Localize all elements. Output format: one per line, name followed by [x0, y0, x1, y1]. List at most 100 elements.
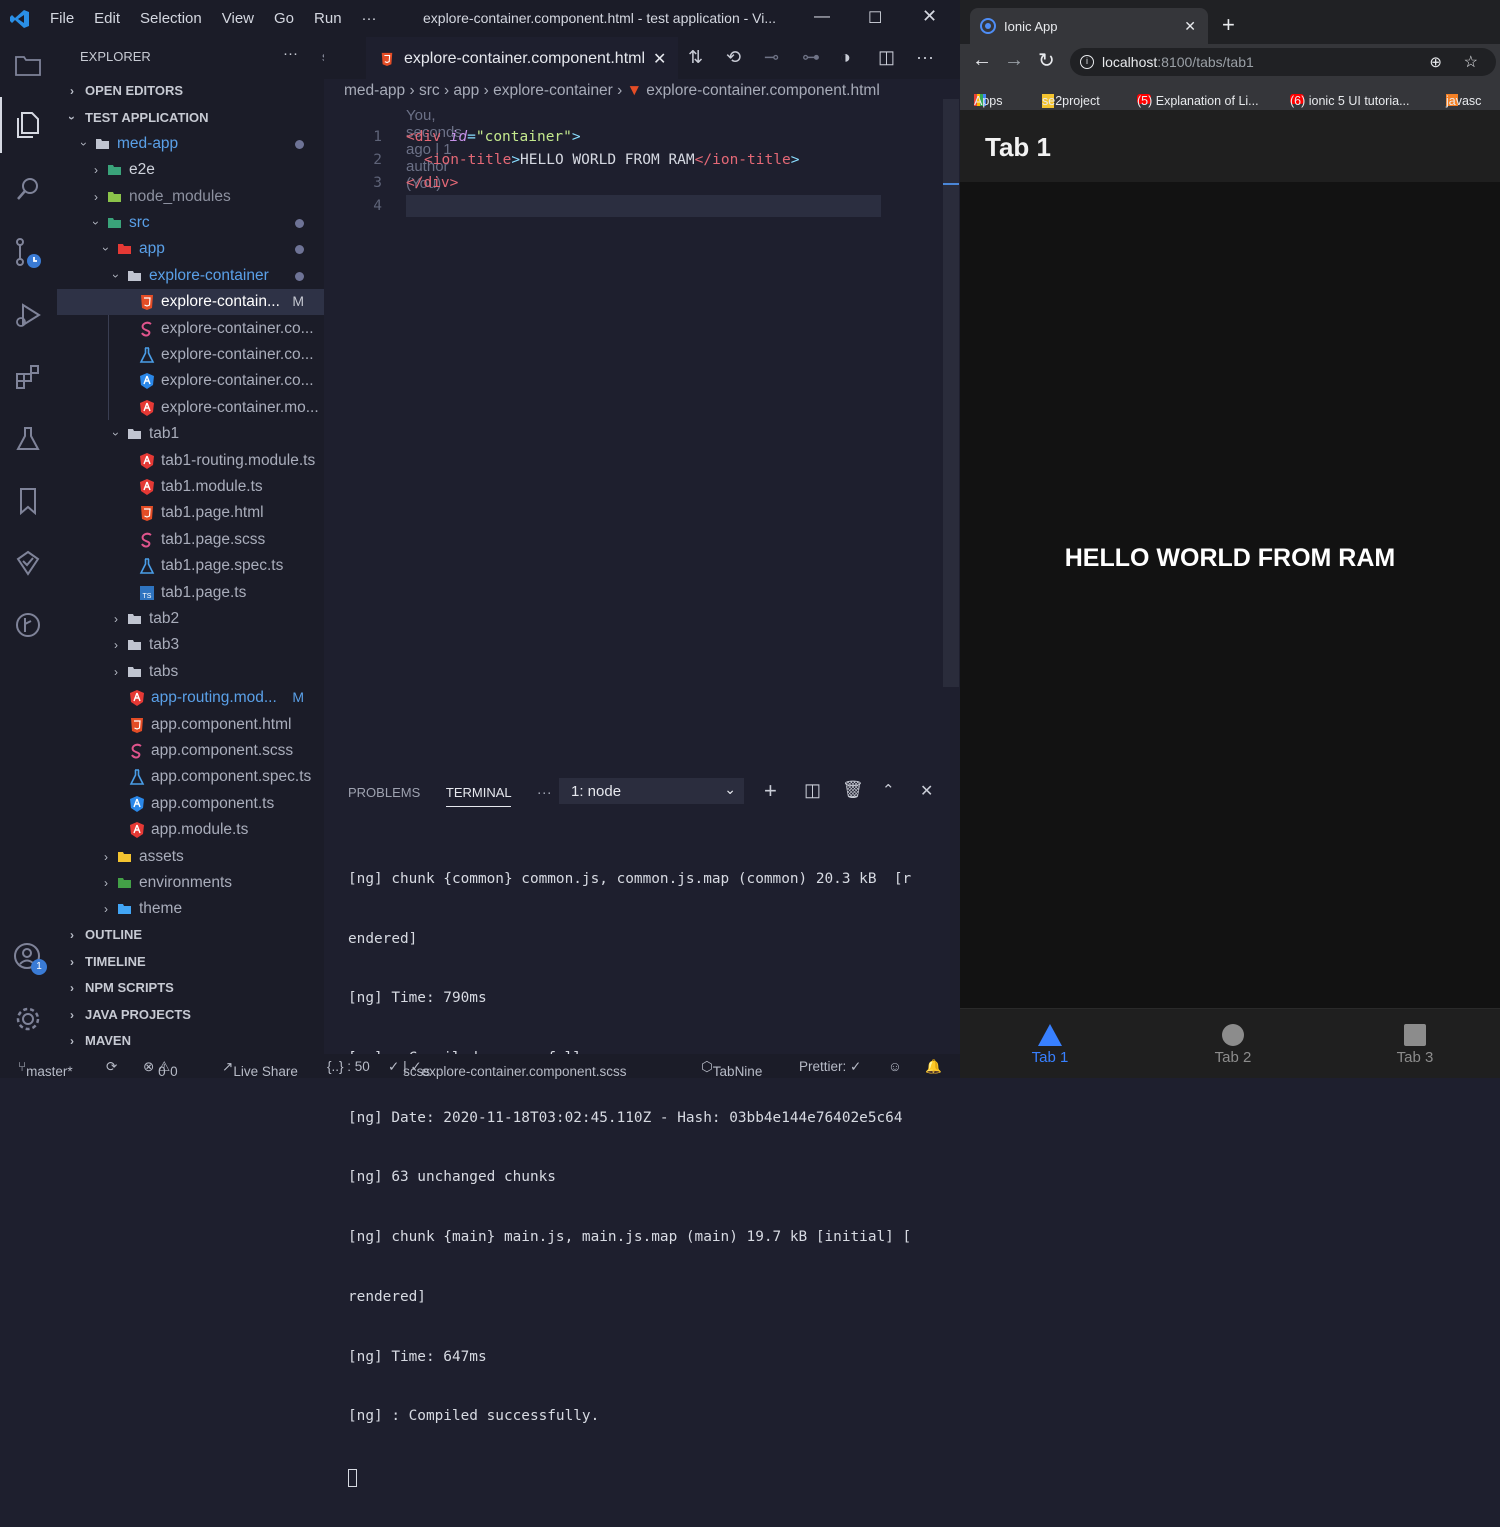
panel-more-icon[interactable]: ··· — [537, 784, 552, 801]
account-icon[interactable]: 1 — [12, 941, 47, 975]
section-test-application[interactable]: › TEST APPLICATION — [65, 110, 209, 125]
tree-item-explore-container-module[interactable]: explore-container.mo... — [57, 395, 324, 421]
menu-file[interactable]: File — [50, 10, 74, 27]
close-panel-icon[interactable]: ✕ — [920, 781, 933, 801]
settings-gear-icon[interactable] — [12, 1003, 44, 1035]
tree-item-app[interactable]: › app — [57, 236, 324, 262]
flask-test-icon[interactable] — [12, 423, 44, 455]
tree-item-node-modules[interactable]: › node_modules — [57, 184, 324, 210]
menu-go[interactable]: Go — [274, 10, 294, 27]
tree-item-tab1-routing[interactable]: tab1-routing.module.ts — [57, 448, 324, 474]
tree-item-app-component-spec[interactable]: app.component.spec.ts — [57, 764, 324, 790]
tree-item-app-module[interactable]: app.module.ts — [57, 817, 324, 843]
tree-item-tab1-html[interactable]: tab1.page.html — [57, 500, 324, 526]
tree-item-tab2[interactable]: › tab2 — [57, 606, 324, 632]
breadcrumb-app[interactable]: app — [453, 82, 479, 99]
tree-item-theme[interactable]: › theme — [57, 896, 324, 922]
git-commit-icon[interactable]: ⊸ — [764, 47, 779, 68]
folder-icon[interactable] — [12, 49, 44, 81]
problems-count[interactable]: ⊗ 0 ⚠ 0 — [143, 1059, 178, 1079]
breadcrumb-explore-container[interactable]: explore-container — [493, 82, 613, 99]
tree-item-app-component-html[interactable]: app.component.html — [57, 712, 324, 738]
search-icon[interactable] — [12, 173, 44, 205]
timeline-icon[interactable]: ◑ — [840, 47, 851, 68]
tab-problems[interactable]: PROBLEMS — [348, 785, 420, 800]
menu-edit[interactable]: Edit — [94, 10, 120, 27]
tree-item-app-component-ts[interactable]: app.component.ts — [57, 791, 324, 817]
language-info[interactable]: ✓ scss | ✓ explore-container.component.s… — [388, 1059, 627, 1079]
close-tab-icon[interactable]: ✕ — [653, 49, 666, 69]
live-share[interactable]: ↗ Live Share — [222, 1059, 298, 1079]
menu-run[interactable]: Run — [314, 10, 342, 27]
star-icon[interactable]: ☆ — [1464, 52, 1478, 72]
git-graph-icon[interactable] — [12, 609, 44, 641]
feedback-icon[interactable]: ☺ — [888, 1059, 902, 1074]
tree-item-explore-container-spec[interactable]: explore-container.co... — [57, 342, 324, 368]
tree-item-explore-container-html[interactable]: explore-contain... M — [57, 289, 324, 315]
tree-item-explore-container[interactable]: › explore-container — [57, 263, 324, 289]
extensions-icon[interactable] — [12, 361, 44, 393]
section-npm-scripts[interactable]: › NPM SCRIPTS — [65, 980, 174, 995]
tree-item-environments[interactable]: › environments — [57, 870, 324, 896]
compare-changes-icon[interactable]: ⇅ — [688, 47, 703, 68]
breadcrumb-file[interactable]: explore-container.component.html — [646, 82, 880, 99]
bookmark-icon[interactable] — [12, 485, 44, 517]
url-input[interactable]: i localhost:8100/tabs/tab1 ⊕ ☆ — [1070, 48, 1496, 76]
new-tab-icon[interactable]: + — [1222, 12, 1235, 38]
tree-item-app-routing[interactable]: app-routing.mod... M — [57, 685, 324, 711]
editor-scrollbar[interactable] — [943, 99, 959, 687]
split-terminal-icon[interactable]: ◫ — [804, 780, 821, 801]
section-open-editors[interactable]: › OPEN EDITORS — [65, 83, 183, 98]
minimize-icon[interactable]: — — [814, 8, 830, 26]
breadcrumb-src[interactable]: src — [419, 82, 440, 99]
trash-icon[interactable]: 🗑 — [842, 780, 864, 800]
tab-button-tab3[interactable]: Tab 3 — [1355, 1009, 1475, 1079]
source-control-icon[interactable] — [12, 237, 44, 269]
editor-more-icon[interactable]: ··· — [916, 47, 934, 68]
zoom-icon[interactable]: ⊕ — [1429, 53, 1442, 71]
tab-explore-container-html[interactable]: explore-container.component.html ✕ — [366, 37, 678, 79]
open-changes-icon[interactable]: ⟲ — [726, 47, 741, 68]
remote-check-icon[interactable] — [12, 547, 44, 579]
close-tab-icon[interactable]: ✕ — [1184, 18, 1196, 35]
info-icon[interactable]: i — [1080, 55, 1094, 69]
tree-item-explore-container-ts[interactable]: explore-container.co... — [57, 368, 324, 394]
tree-item-explore-container-scss[interactable]: explore-container.co... — [57, 316, 324, 342]
tree-item-med-app[interactable]: › med-app — [57, 131, 324, 157]
tree-item-tab3[interactable]: › tab3 — [57, 632, 324, 658]
tabnine[interactable]: ⬡ TabNine — [701, 1059, 762, 1079]
split-editor-icon[interactable]: ◫ — [878, 47, 895, 68]
bell-icon[interactable]: 🔔 — [925, 1059, 942, 1075]
selection-info[interactable]: {..} : 50 — [327, 1059, 370, 1074]
tree-item-tabs[interactable]: › tabs — [57, 659, 324, 685]
tree-item-tab1[interactable]: › tab1 — [57, 421, 324, 447]
forward-arrow-icon[interactable]: → — [1004, 49, 1024, 72]
git-next-icon[interactable]: ⊶ — [802, 47, 820, 68]
tree-item-assets[interactable]: › assets — [57, 844, 324, 870]
run-debug-icon[interactable] — [12, 299, 44, 331]
breadcrumb-med-app[interactable]: med-app — [344, 82, 405, 99]
sync-icon[interactable]: ⟳ — [106, 1059, 117, 1075]
prettier[interactable]: Prettier: ✓ — [799, 1059, 861, 1075]
menu-view[interactable]: View — [222, 10, 254, 27]
close-window-icon[interactable]: ✕ — [922, 6, 937, 27]
tree-item-tab1-scss[interactable]: tab1.page.scss — [57, 527, 324, 553]
git-branch[interactable]: ⑂ master* — [18, 1059, 73, 1079]
tab-button-tab1[interactable]: Tab 1 — [990, 1009, 1110, 1079]
menu-more[interactable]: ··· — [362, 10, 377, 27]
tree-item-src[interactable]: › src — [57, 210, 324, 236]
section-java-projects[interactable]: › JAVA PROJECTS — [65, 1007, 191, 1022]
tree-item-tab1-ts[interactable]: TS tab1.page.ts — [57, 580, 324, 606]
explorer-more-icon[interactable]: ··· — [283, 45, 298, 62]
tab-button-tab2[interactable]: Tab 2 — [1173, 1009, 1293, 1079]
maximize-panel-icon[interactable]: ⌃ — [882, 781, 895, 799]
menu-selection[interactable]: Selection — [140, 10, 202, 27]
tree-item-tab1-spec[interactable]: tab1.page.spec.ts — [57, 553, 324, 579]
reload-icon[interactable]: ↻ — [1038, 48, 1055, 73]
browser-tab-ionic-app[interactable]: Ionic App ✕ — [970, 8, 1208, 44]
section-timeline[interactable]: › TIMELINE — [65, 954, 146, 969]
tree-item-e2e[interactable]: › e2e — [57, 157, 324, 183]
terminal-select[interactable]: 1: node ⌄ — [559, 778, 744, 804]
section-maven[interactable]: › MAVEN — [65, 1033, 131, 1048]
explorer-files-icon[interactable] — [12, 109, 44, 141]
